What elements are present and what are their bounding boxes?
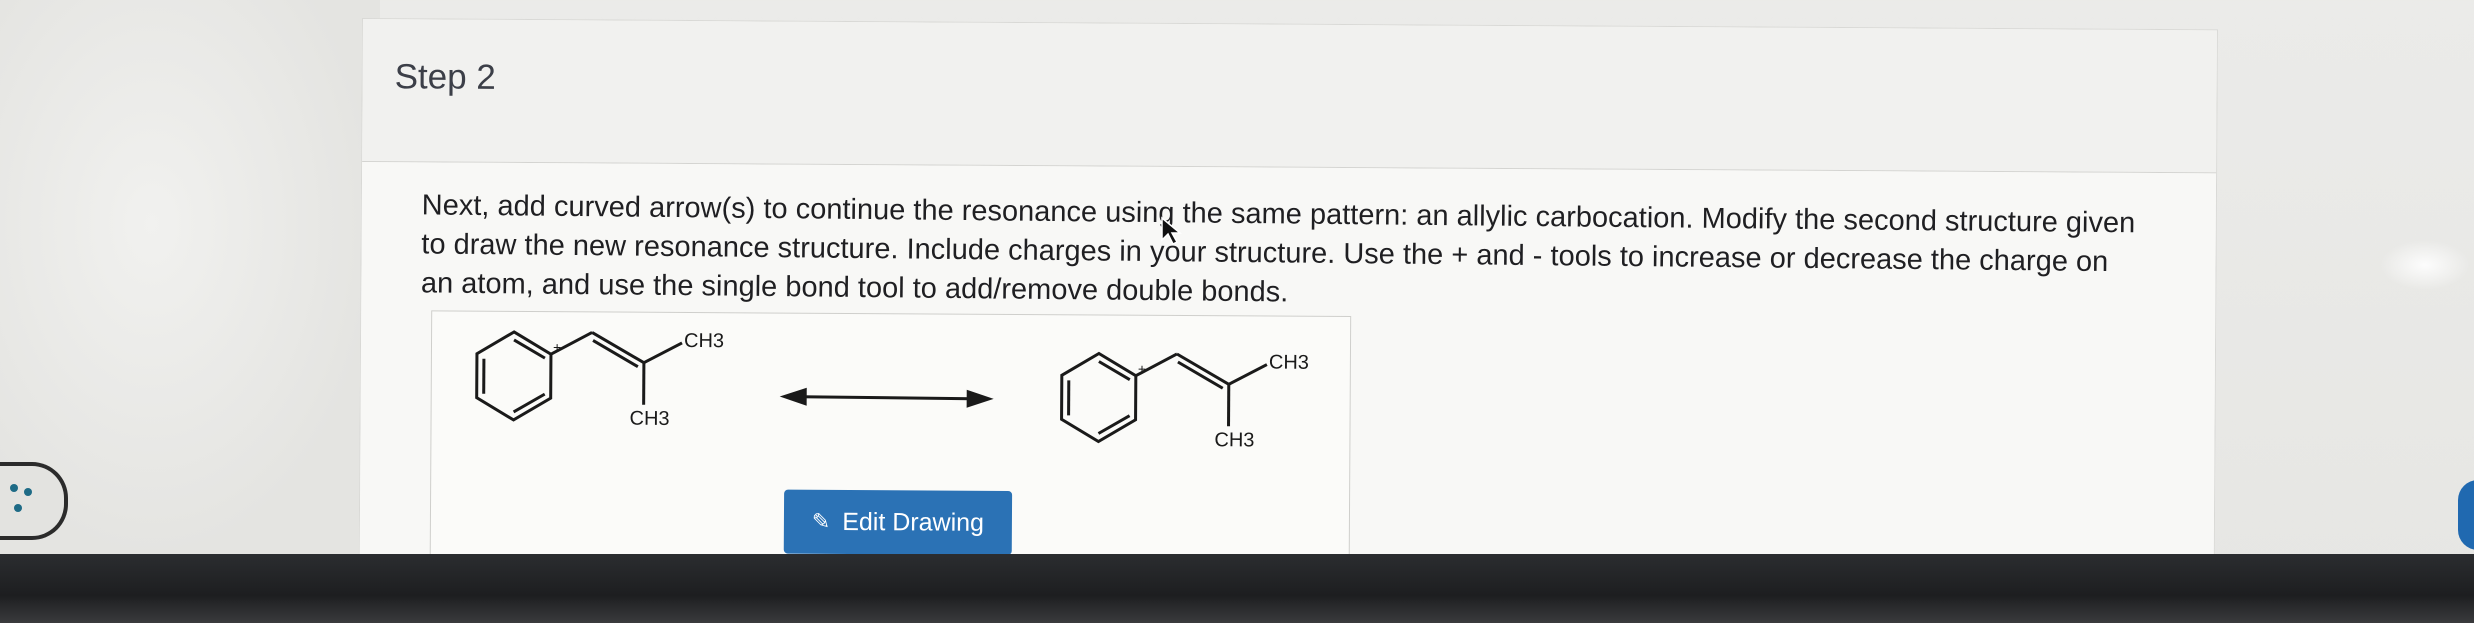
cookie-dot	[10, 484, 18, 492]
monitor-bezel	[0, 554, 2474, 623]
step-body: Next, add curved arrow(s) to continue th…	[359, 162, 2217, 584]
mouse-cursor-icon	[1161, 216, 1183, 246]
cookie-dot	[24, 488, 32, 496]
bond-methyl-top	[643, 341, 683, 365]
step-card: Step 2 Next, add curved arrow(s) to cont…	[358, 18, 2218, 584]
double-bond	[1176, 352, 1230, 386]
cookie-dot	[14, 504, 22, 512]
methyl-label: CH3	[1214, 429, 1254, 451]
resonance-arrow	[779, 387, 994, 408]
instructions-text: Next, add curved arrow(s) to continue th…	[420, 189, 2136, 309]
edit-drawing-button[interactable]: ✎ Edit Drawing	[783, 489, 1013, 555]
benzene-ring-1	[475, 330, 553, 422]
charge-label: +	[553, 339, 561, 355]
methyl-label: CH3	[629, 408, 669, 430]
double-bond	[591, 331, 645, 365]
drawing-panel: + CH3 CH3 + CH3 CH3 ✎ Edit Drawing	[429, 310, 1352, 584]
side-widget-tab[interactable]	[2458, 480, 2474, 550]
methyl-label: CH3	[684, 330, 724, 352]
benzene-ring-2	[1060, 351, 1138, 444]
screen-glare	[2380, 240, 2470, 290]
edit-drawing-label: Edit Drawing	[842, 507, 985, 537]
cookie-icon[interactable]	[0, 462, 68, 540]
step-title: Step 2	[394, 57, 496, 97]
bond-methyl-top	[1228, 363, 1268, 386]
charge-label: +	[1138, 361, 1146, 377]
methyl-label: CH3	[1269, 352, 1309, 374]
step-header: Step 2	[362, 19, 2217, 174]
pencil-icon: ✎	[811, 508, 831, 534]
